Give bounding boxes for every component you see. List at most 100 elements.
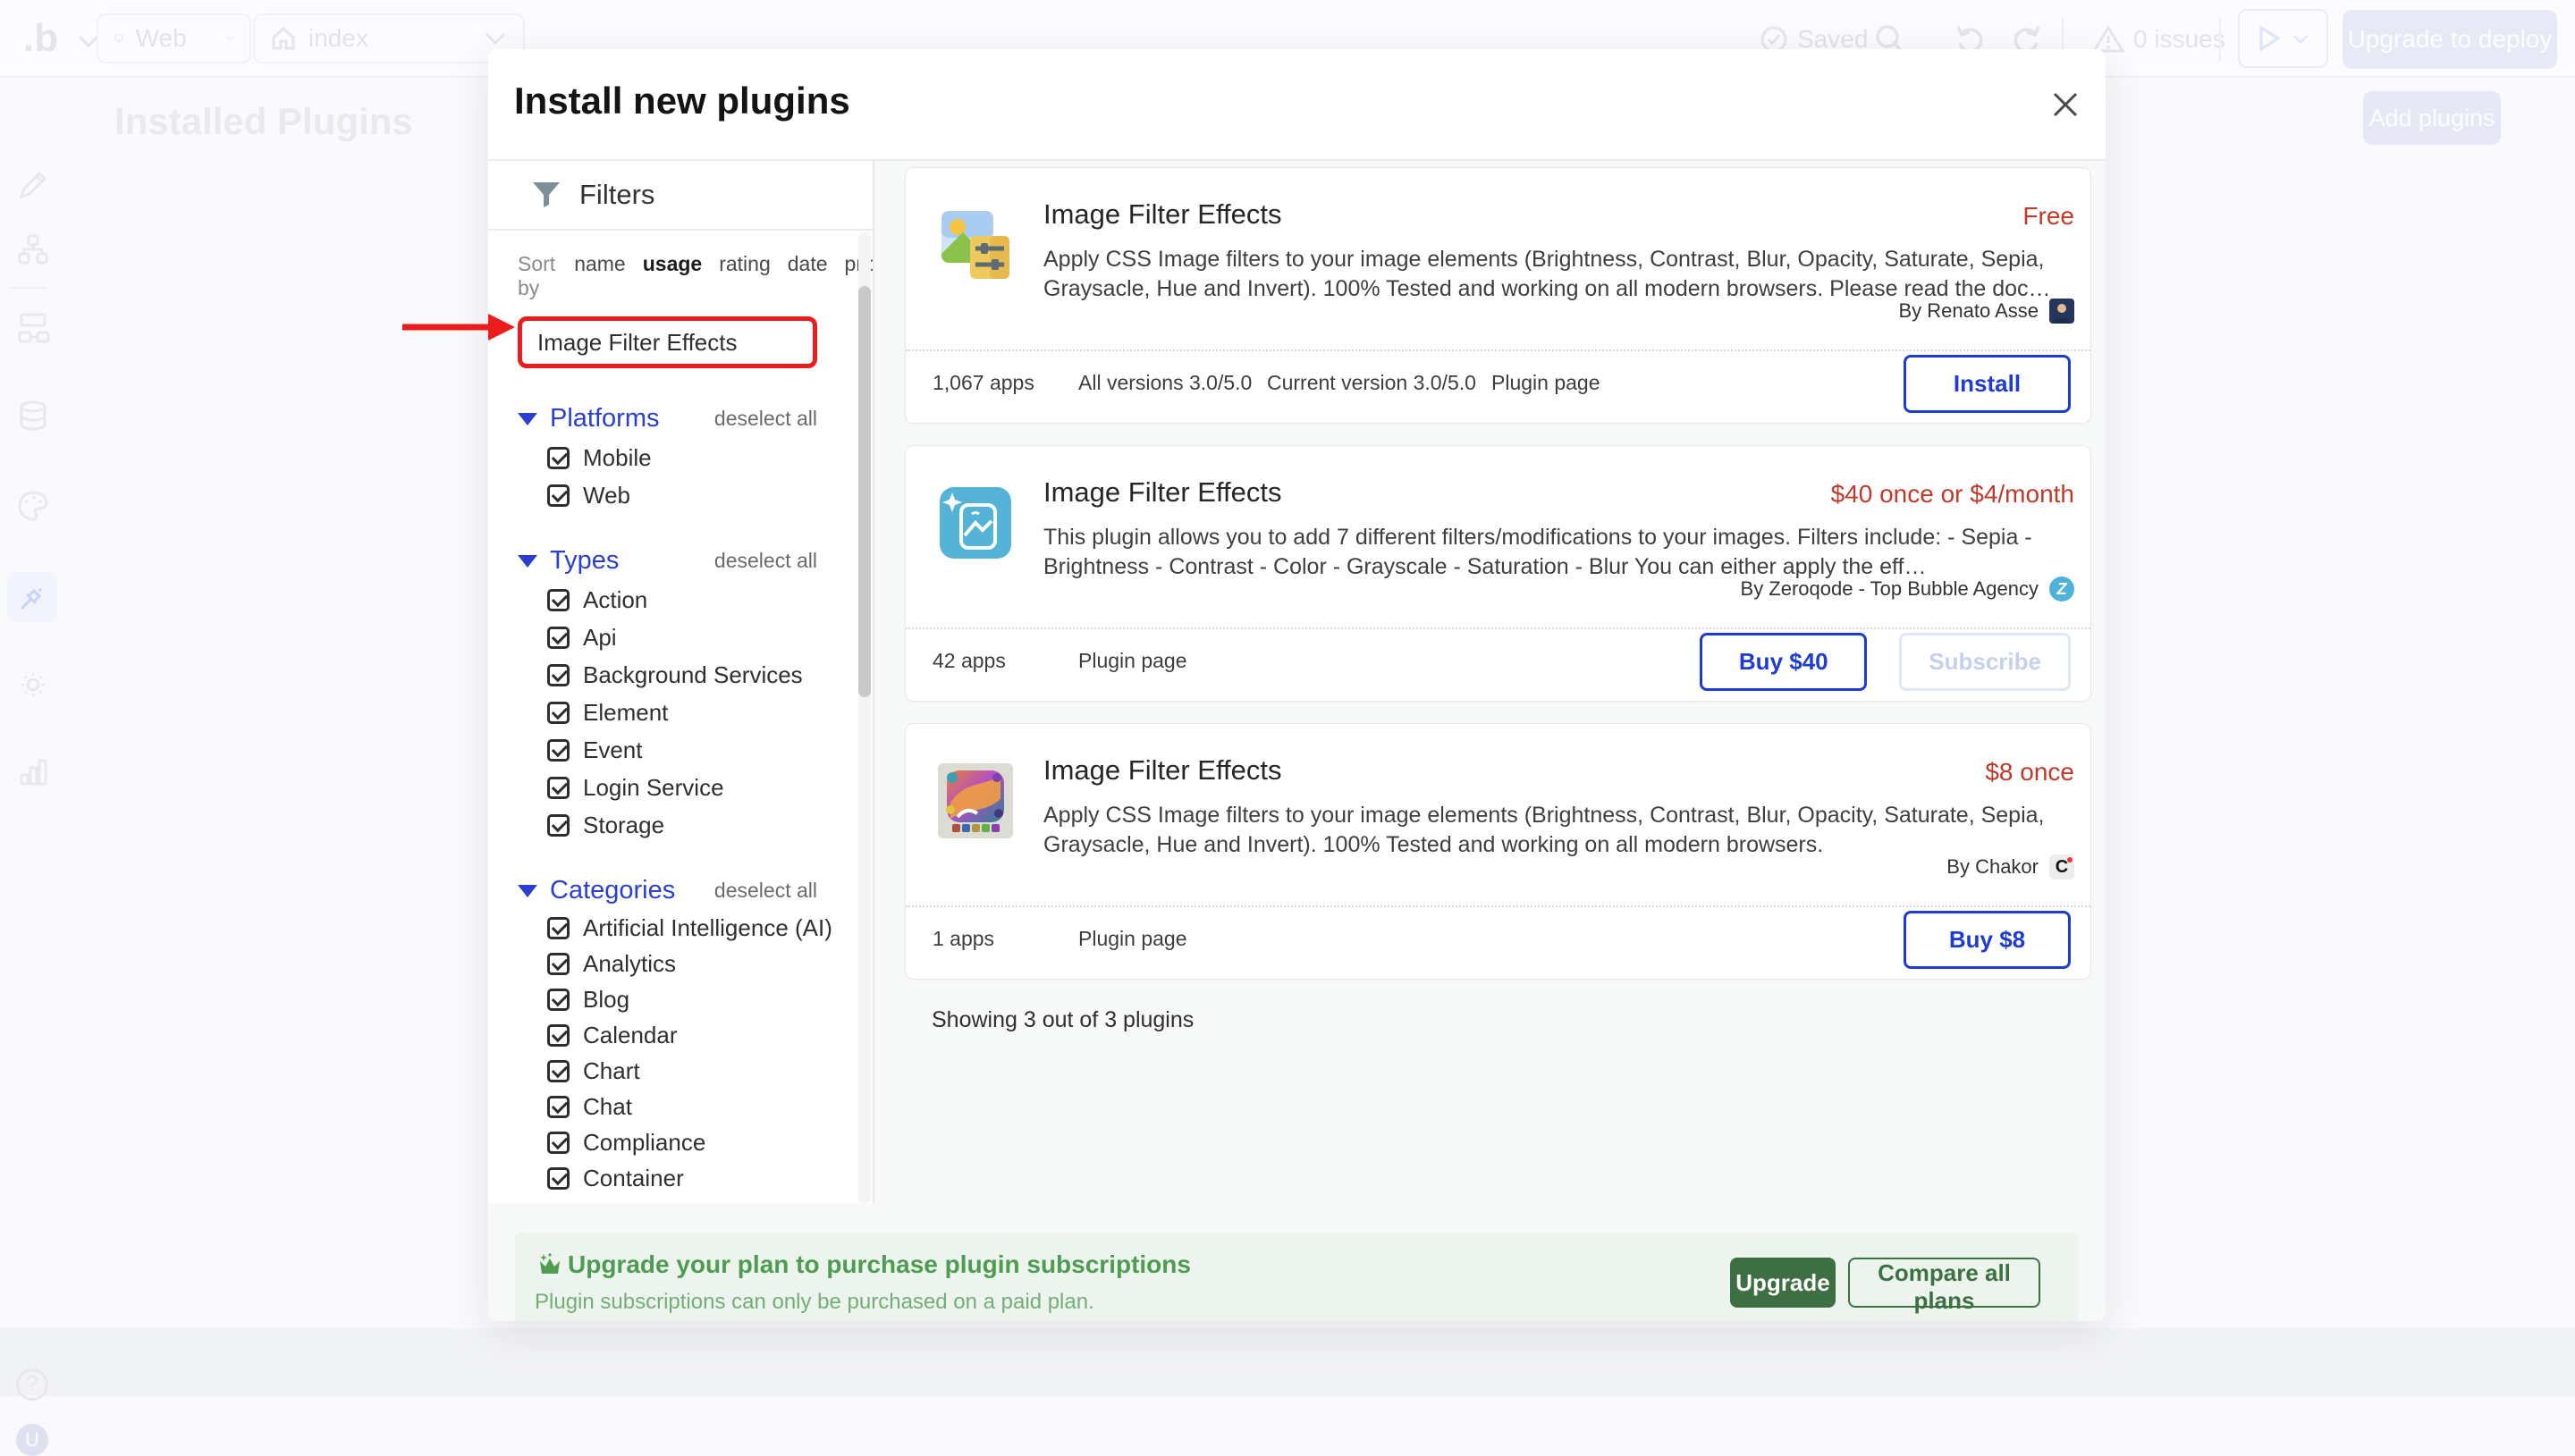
preview-button: [2238, 9, 2328, 68]
reusables-icon: [16, 311, 50, 345]
checkbox-checked-icon[interactable]: [547, 1060, 570, 1082]
checkbox-checked-icon[interactable]: [547, 484, 570, 507]
play-icon: [2258, 25, 2281, 52]
user-avatar: U: [16, 1424, 48, 1456]
checkbox-checked-icon[interactable]: [547, 702, 570, 724]
card-divider: [906, 627, 2090, 629]
issues-label: 0 issues: [2133, 25, 2225, 54]
close-icon[interactable]: [2047, 87, 2083, 122]
filter-item-event[interactable]: Event: [518, 736, 817, 763]
plugin-search-input[interactable]: [518, 316, 817, 368]
group-header-platforms[interactable]: Platforms: [518, 404, 659, 433]
filter-item-chat[interactable]: Chat: [518, 1093, 817, 1120]
issues-indicator: 0 issues: [2092, 0, 2225, 78]
page-selector: index: [253, 13, 525, 63]
plugin-description: Apply CSS Image filters to your image el…: [1043, 801, 2081, 860]
filter-item-login-service[interactable]: Login Service: [518, 774, 817, 801]
plugin-page-link[interactable]: Plugin page: [1078, 927, 1187, 951]
modal-title: Install new plugins: [514, 80, 850, 122]
image-filter-art-icon: [938, 763, 1013, 838]
compare-all-plans-button[interactable]: Compare all plans: [1848, 1258, 2040, 1308]
checkbox-checked-icon[interactable]: [547, 1096, 570, 1118]
styles-icon: [16, 489, 50, 523]
checkbox-checked-icon[interactable]: [547, 1132, 570, 1154]
plugin-page-link[interactable]: Plugin page: [1078, 649, 1187, 673]
plugin-author: By Chakor: [1946, 855, 2039, 879]
plugin-price: $40 once or $4/month: [1831, 480, 2074, 509]
group-header-categories[interactable]: Categories: [518, 876, 675, 905]
funnel-icon: [531, 181, 561, 209]
plugin-price: Free: [2022, 202, 2074, 231]
upgrade-button[interactable]: Upgrade: [1730, 1258, 1836, 1308]
sort-option-rating[interactable]: rating: [719, 252, 771, 276]
plugin-card: Image Filter Effects Free Apply CSS Imag…: [905, 167, 2091, 424]
filter-item-container[interactable]: Container: [518, 1165, 817, 1191]
group-header-types[interactable]: Types: [518, 546, 619, 576]
plugin-page-link[interactable]: Plugin page: [1491, 371, 1600, 395]
upgrade-banner-heading: Upgrade your plan to purchase plugin sub…: [568, 1250, 1191, 1279]
checkbox-checked-icon[interactable]: [547, 627, 570, 649]
settings-gear-icon: [16, 668, 50, 702]
install-plugins-modal: Install new plugins Filters Sort by name…: [488, 49, 2106, 1321]
filter-item-analytics[interactable]: Analytics: [518, 950, 817, 977]
plugin-author: By Zeroqode - Top Bubble Agency: [1741, 577, 2039, 601]
filter-item-web[interactable]: Web: [518, 482, 817, 509]
checkbox-checked-icon[interactable]: [547, 1167, 570, 1190]
deselect-all-categories[interactable]: deselect all: [714, 879, 817, 903]
plugin-author-row: By Chakor C: [1946, 854, 2074, 879]
checkbox-checked-icon[interactable]: [547, 777, 570, 799]
filter-item-blog[interactable]: Blog: [518, 986, 817, 1013]
rail-divider: [11, 287, 48, 289]
filter-group-platforms: Platforms deselect all Mobile Web: [518, 404, 817, 509]
card-divider: [906, 349, 2090, 351]
buy-button[interactable]: Buy $40: [1700, 633, 1867, 691]
deselect-all-types[interactable]: deselect all: [714, 549, 817, 573]
chevron-down-icon: [226, 31, 233, 46]
sort-row: Sort by name usage rating date price: [518, 252, 817, 300]
filter-item-mobile[interactable]: Mobile: [518, 444, 817, 471]
filter-item-storage[interactable]: Storage: [518, 812, 817, 838]
filter-item-action[interactable]: Action: [518, 586, 817, 613]
filters-heading: Filters: [579, 179, 654, 211]
crown-icon: [536, 1252, 563, 1279]
checkbox-checked-icon[interactable]: [547, 814, 570, 837]
stat-all-versions: All versions 3.0/5.0: [1078, 371, 1267, 395]
sort-option-date[interactable]: date: [788, 252, 828, 276]
plugin-card: Image Filter Effects $40 once or $4/mont…: [905, 445, 2091, 702]
page-title: Installed Plugins: [114, 100, 413, 143]
monitor-icon: [114, 26, 123, 51]
checkbox-checked-icon[interactable]: [547, 917, 570, 939]
collapse-triangle-icon: [518, 555, 537, 568]
subscribe-button: Subscribe: [1899, 633, 2071, 691]
bubble-logo: .b: [23, 16, 58, 61]
deselect-all-platforms[interactable]: deselect all: [714, 407, 817, 431]
sidebar-scrollbar-thumb[interactable]: [858, 286, 871, 697]
filter-item-compliance[interactable]: Compliance: [518, 1129, 817, 1156]
checkbox-checked-icon[interactable]: [547, 1024, 570, 1047]
sort-option-name[interactable]: name: [574, 252, 626, 276]
buy-button[interactable]: Buy $8: [1904, 911, 2071, 969]
sort-by-label: Sort by: [518, 252, 555, 300]
pencil-icon: [16, 168, 50, 202]
upgrade-banner-subtext: Plugin subscriptions can only be purchas…: [535, 1290, 1094, 1315]
install-button[interactable]: Install: [1904, 355, 2071, 413]
upgrade-banner: Upgrade your plan to purchase plugin sub…: [515, 1233, 2079, 1321]
checkbox-checked-icon[interactable]: [547, 989, 570, 1011]
filter-item-api[interactable]: Api: [518, 624, 817, 651]
sort-option-usage[interactable]: usage: [643, 252, 702, 276]
filter-item-background-services[interactable]: Background Services: [518, 661, 817, 688]
image-filter-photo-icon: [938, 207, 1013, 282]
collapse-triangle-icon: [518, 885, 537, 897]
checkbox-checked-icon[interactable]: [547, 589, 570, 611]
checkbox-checked-icon[interactable]: [547, 953, 570, 975]
filter-item-calendar[interactable]: Calendar: [518, 1022, 817, 1048]
filter-item-chart[interactable]: Chart: [518, 1057, 817, 1084]
checkbox-checked-icon[interactable]: [547, 664, 570, 686]
checkbox-checked-icon[interactable]: [547, 739, 570, 762]
filter-item-artificial-intelligence[interactable]: Artificial Intelligence (AI): [518, 914, 817, 941]
filter-item-element[interactable]: Element: [518, 699, 817, 726]
checkbox-checked-icon[interactable]: [547, 447, 570, 469]
plugin-author: By Renato Asse: [1898, 299, 2039, 323]
plugin-card: Image Filter Effects $8 once Apply CSS I…: [905, 723, 2091, 980]
canvas-band: [0, 1328, 2575, 1396]
